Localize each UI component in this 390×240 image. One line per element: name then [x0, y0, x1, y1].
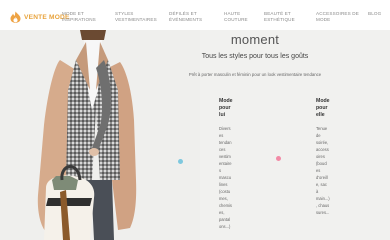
- text-line: ces: [219, 147, 226, 152]
- text-line: es: [219, 133, 224, 138]
- text-line: pantal: [219, 217, 231, 222]
- text-line: e, sac: [316, 182, 327, 187]
- nav-item-styles-vestimentaires[interactable]: STYLES VESTIMENTAIRES: [115, 11, 157, 24]
- text-line: ons...): [219, 224, 231, 229]
- nav-label-line: ÉVÉNEMENTS: [169, 17, 203, 23]
- text-line: Tenue: [316, 126, 328, 131]
- site-header: VENTE MODE MODE ET INSPIRATIONS STYLES V…: [0, 0, 390, 30]
- text-line: à: [316, 189, 319, 194]
- text-line: mes,: [219, 196, 228, 201]
- hero-subheading: Tous les styles pour tous les goûts: [201, 53, 309, 60]
- column-title-elle: Mode pour elle: [316, 98, 330, 119]
- nav-item-blog[interactable]: BLOG: [368, 11, 381, 17]
- text-line: s: [219, 168, 222, 173]
- column-text-elle: Tenue de soirée, access oires (boucl es …: [316, 125, 336, 216]
- nav-item-beaute-esthetique[interactable]: BEAUTÉ ET ESTHÉTIQUE: [264, 11, 295, 24]
- title-line: pour: [219, 105, 231, 111]
- text-line: entaire: [219, 161, 232, 166]
- hero-tagline: Prêt à porter masculin et féminin pour u…: [188, 72, 322, 77]
- nav-item-haute-couture[interactable]: HAUTE COUTURE: [224, 11, 248, 24]
- text-line: , chaus: [316, 203, 330, 208]
- carousel-dot-2[interactable]: [276, 156, 281, 161]
- text-line: de: [316, 133, 321, 138]
- text-line: mascu: [219, 175, 232, 180]
- text-line: (costu: [219, 189, 231, 194]
- text-line: lines: [219, 182, 228, 187]
- flame-icon: [9, 11, 22, 23]
- nav-label-line: ESTHÉTIQUE: [264, 17, 295, 23]
- nav-label-line: MODE: [316, 17, 331, 23]
- carousel-dot-1[interactable]: [178, 159, 183, 164]
- nav-label-line: COUTURE: [224, 17, 248, 23]
- text-line: es,: [219, 210, 225, 215]
- text-line: chemis: [219, 203, 232, 208]
- title-line: pour: [316, 105, 328, 111]
- text-line: sures...: [316, 210, 330, 215]
- text-line: es: [316, 168, 321, 173]
- text-line: access: [316, 147, 329, 152]
- title-line: lui: [219, 112, 226, 118]
- brand-logo[interactable]: VENTE MODE: [9, 11, 70, 23]
- nav-item-defiles-evenements[interactable]: DÉFILÉS ET ÉVÉNEMENTS: [169, 11, 202, 24]
- hero-image: [0, 30, 200, 240]
- text-line: vestim: [219, 154, 231, 159]
- text-line: Divers: [219, 126, 231, 131]
- text-line: (boucl: [316, 161, 328, 166]
- text-line: oires: [316, 154, 325, 159]
- column-text-lui: Divers es tendan ces vestim entaire s ma…: [219, 125, 239, 230]
- nav-item-accessoires-mode[interactable]: ACCESSOIRES DE MODE: [316, 11, 359, 24]
- hero-heading: moment: [230, 32, 280, 47]
- text-line: d'oreill: [316, 175, 328, 180]
- title-line: Mode: [219, 98, 233, 104]
- column-title-lui: Mode pour lui: [219, 98, 233, 119]
- text-line: soirée,: [316, 140, 329, 145]
- title-line: elle: [316, 112, 325, 118]
- text-line: tendan: [219, 140, 232, 145]
- nav-label-line: INSPIRATIONS: [62, 17, 96, 23]
- nav-item-mode-inspirations[interactable]: MODE ET INSPIRATIONS: [62, 11, 96, 24]
- text-line: main...): [316, 196, 330, 201]
- title-line: Mode: [316, 98, 330, 104]
- nav-label-line: BLOG: [368, 11, 382, 16]
- nav-label-line: VESTIMENTAIRES: [115, 17, 157, 23]
